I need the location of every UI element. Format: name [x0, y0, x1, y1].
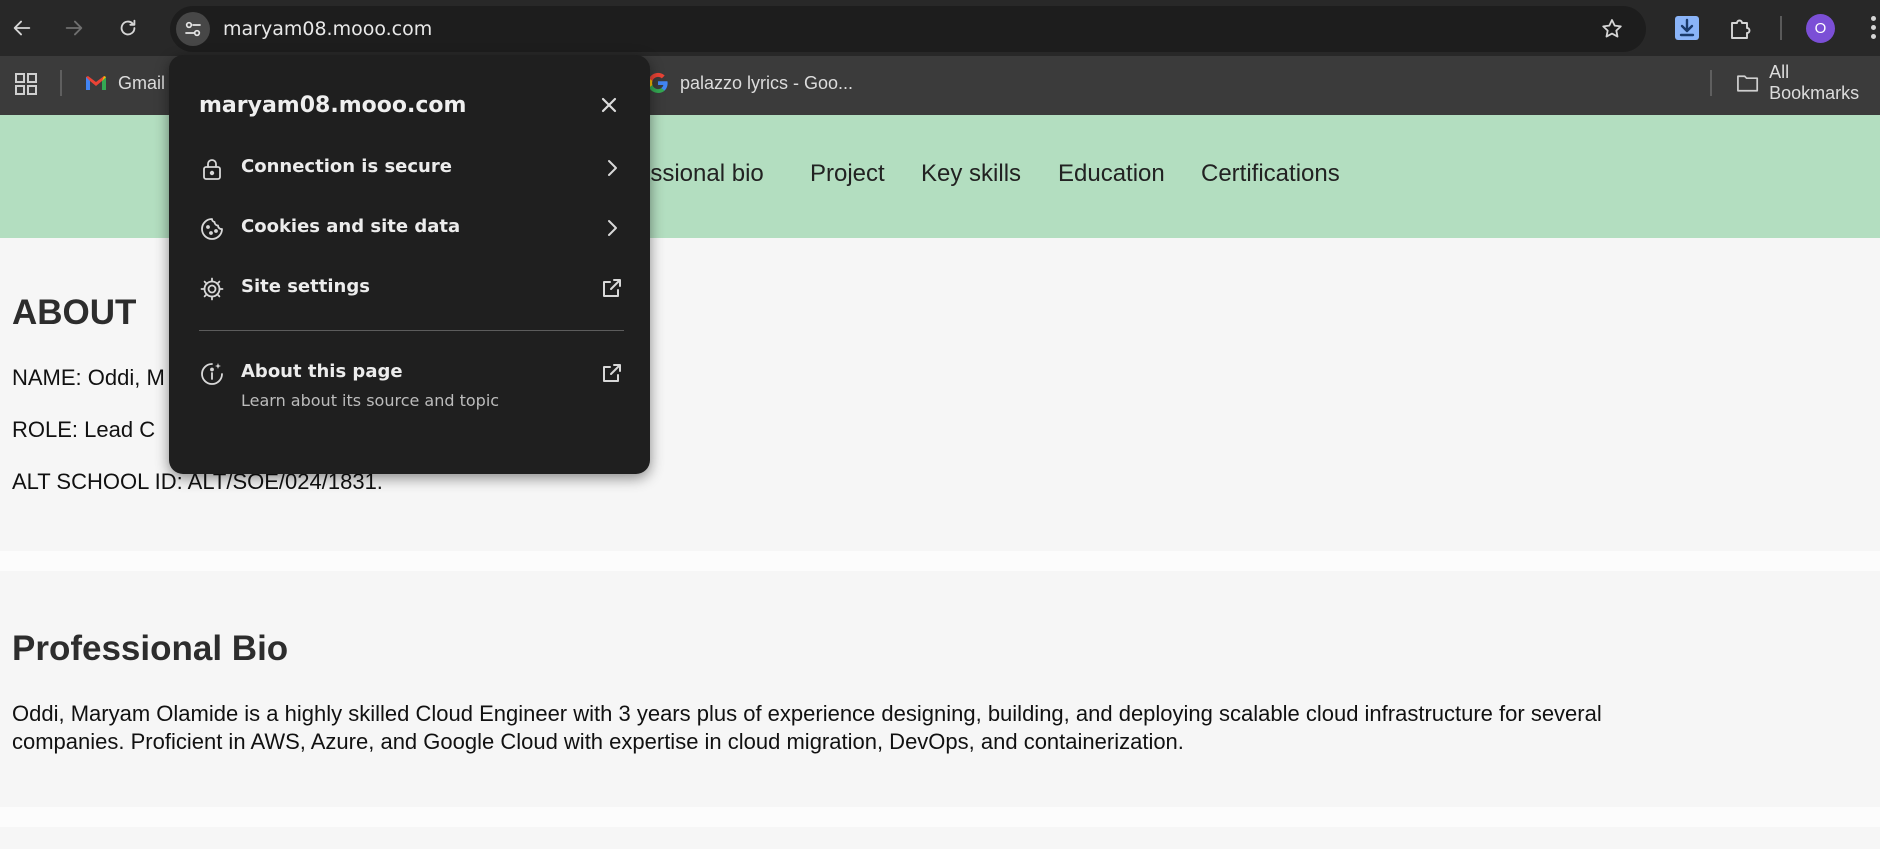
forward-button[interactable]: [56, 10, 92, 46]
cookies-site-data-row[interactable]: Cookies and site data: [199, 204, 624, 254]
row-label: Site settings: [241, 276, 370, 297]
browser-toolbar: maryam08.mooo.com O: [0, 0, 1880, 56]
bookmark-palazzo[interactable]: palazzo lyrics - Goo...: [646, 68, 853, 98]
all-bookmarks-label: All Bookmarks: [1769, 62, 1860, 103]
cookie-icon: [199, 216, 225, 242]
section-divider: [0, 551, 1880, 571]
bookmark-divider: [1710, 70, 1712, 96]
bio-heading: Professional Bio: [12, 629, 289, 668]
dot-icon: [1871, 25, 1876, 30]
bookmark-label: palazzo lyrics - Goo...: [680, 72, 854, 93]
about-role: ROLE: Lead C: [12, 417, 156, 442]
next-section: [0, 827, 1880, 849]
apps-grid-icon: [15, 73, 37, 95]
nav-link-project[interactable]: Project: [810, 160, 885, 188]
folder-icon: [1737, 75, 1759, 92]
open-in-new-icon: [600, 276, 624, 300]
about-name: NAME: Oddi, M: [12, 365, 165, 390]
popup-divider: [199, 330, 624, 331]
open-in-new-icon: [600, 361, 624, 385]
tune-icon: [185, 21, 201, 37]
browser-menu-button[interactable]: [1866, 16, 1880, 40]
about-this-page-row[interactable]: About this page Learn about its source a…: [199, 349, 624, 410]
row-sublabel: Learn about its source and topic: [241, 391, 500, 410]
bio-text-line-1: Oddi, Maryam Olamide is a highly skilled…: [12, 701, 1602, 726]
nav-link-education[interactable]: Education: [1058, 160, 1165, 188]
info-icon: [199, 361, 225, 387]
toolbar-divider: [1780, 16, 1782, 40]
reload-button[interactable]: [110, 10, 146, 46]
row-label: About this page: [241, 361, 403, 382]
gmail-icon: [86, 76, 106, 90]
row-label: Connection is secure: [241, 156, 452, 177]
bio-text-line-2: companies. Proficient in AWS, Azure, and…: [12, 729, 1184, 754]
popup-title: maryam08.mooo.com: [199, 93, 467, 118]
profile-avatar[interactable]: O: [1806, 14, 1835, 43]
all-bookmarks-button[interactable]: All Bookmarks: [1736, 62, 1880, 103]
downloads-button[interactable]: [1671, 12, 1703, 44]
bookmark-star-button[interactable]: [1600, 17, 1624, 41]
gear-icon: [199, 276, 225, 302]
lock-icon: [199, 156, 225, 182]
back-arrow-icon: [13, 20, 31, 36]
popup-close-button[interactable]: [594, 90, 624, 120]
nav-link-certifications[interactable]: Certifications: [1201, 160, 1340, 188]
professional-bio-section: [0, 571, 1880, 807]
site-info-button[interactable]: [176, 12, 210, 46]
url-text[interactable]: maryam08.mooo.com: [223, 6, 432, 52]
bookmark-gmail[interactable]: Gmail: [84, 68, 165, 98]
apps-button[interactable]: [14, 72, 38, 96]
row-label: Cookies and site data: [241, 216, 461, 237]
puzzle-icon: [1731, 19, 1751, 39]
bookmark-divider: [60, 70, 62, 96]
chevron-right-icon: [600, 156, 624, 180]
extensions-button[interactable]: [1725, 12, 1757, 44]
section-divider: [0, 807, 1880, 827]
address-bar[interactable]: maryam08.mooo.com: [170, 6, 1646, 52]
star-icon: [1602, 19, 1622, 38]
connection-secure-row[interactable]: Connection is secure: [199, 144, 624, 194]
back-button[interactable]: [4, 10, 40, 46]
site-settings-row[interactable]: Site settings: [199, 264, 624, 314]
close-icon: [601, 97, 617, 113]
nav-link-professional-bio[interactable]: essional bio: [637, 160, 764, 188]
site-info-popup: maryam08.mooo.com Connection is secure C…: [169, 55, 650, 474]
reload-icon: [120, 19, 136, 36]
nav-link-key-skills[interactable]: Key skills: [921, 160, 1021, 188]
dot-icon: [1871, 34, 1876, 39]
forward-arrow-icon: [65, 20, 83, 36]
about-heading: ABOUT: [12, 293, 137, 332]
chevron-right-icon: [600, 216, 624, 240]
download-icon: [1675, 16, 1699, 40]
dot-icon: [1871, 16, 1876, 21]
bookmark-label: Gmail: [118, 72, 166, 93]
